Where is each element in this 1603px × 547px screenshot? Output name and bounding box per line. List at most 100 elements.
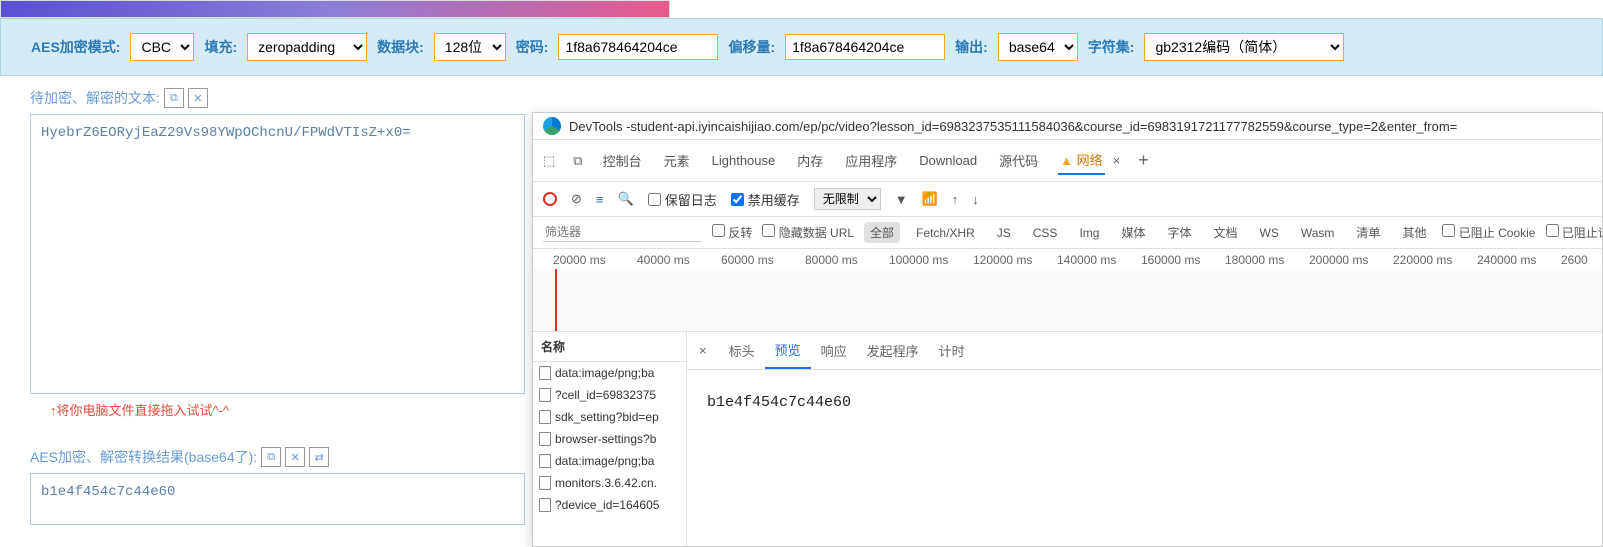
filter-chip-css[interactable]: CSS: [1027, 224, 1064, 242]
preserve-log-checkbox[interactable]: 保留日志: [648, 190, 717, 209]
filter-chip-manifest[interactable]: 清单: [1350, 222, 1386, 243]
input-textarea[interactable]: HyebrZ6EORyjEaZ29Vs98YWpOChcnU/FPWdVTIsZ…: [30, 114, 525, 394]
detail-tab-timing[interactable]: 计时: [929, 333, 975, 368]
request-row[interactable]: monitors.3.6.42.cn.: [533, 472, 686, 494]
detail-tab-initiator[interactable]: 发起程序: [857, 333, 929, 368]
filter-chip-img[interactable]: Img: [1073, 224, 1105, 242]
file-icon: [539, 476, 551, 490]
padding-label: 填充:: [204, 37, 237, 57]
devtools-title-url: student-api.iyincaishijiao.com/ep/pc/vid…: [630, 119, 1457, 134]
request-row[interactable]: ?device_id=164605: [533, 494, 686, 516]
hide-data-url-checkbox[interactable]: 隐藏数据 URL: [762, 224, 854, 241]
block-label: 数据块:: [377, 37, 424, 57]
disable-cache-checkbox[interactable]: 禁用缓存: [731, 190, 800, 209]
aes-config-bar: AES加密模式: CBC 填充: zeropadding 数据块: 128位 密…: [0, 18, 1603, 76]
timeline-marker: [555, 269, 557, 331]
timeline-graph: [533, 269, 1602, 331]
detail-tabs: × 标头 预览 响应 发起程序 计时: [687, 332, 1602, 370]
filter-chip-fetchxhr[interactable]: Fetch/XHR: [910, 224, 981, 242]
detail-tab-headers[interactable]: 标头: [719, 333, 765, 368]
devtools-tabs: ⬚ ⧉ 控制台 元素 Lighthouse 内存 应用程序 Download 源…: [533, 140, 1602, 182]
filter-chip-font[interactable]: 字体: [1161, 222, 1197, 243]
request-list-header: 名称: [533, 332, 686, 362]
filter-icon[interactable]: ≡: [596, 192, 604, 207]
tab-sources[interactable]: 源代码: [997, 147, 1040, 174]
throttle-select[interactable]: 无限制: [814, 188, 881, 210]
request-row[interactable]: data:image/png;ba: [533, 362, 686, 384]
record-icon[interactable]: [543, 192, 557, 206]
copy-icon[interactable]: ⧉: [164, 88, 184, 108]
input-label: 待加密、解密的文本:: [30, 88, 160, 108]
file-icon: [539, 432, 551, 446]
detail-tab-response[interactable]: 响应: [811, 333, 857, 368]
charset-label: 字符集:: [1088, 37, 1135, 57]
output-select[interactable]: base64: [998, 33, 1078, 61]
detail-tab-preview[interactable]: 预览: [765, 332, 811, 369]
filter-chip-media[interactable]: 媒体: [1115, 222, 1151, 243]
copy-result-icon[interactable]: ⧉: [261, 447, 281, 467]
filter-chip-js[interactable]: JS: [991, 224, 1017, 242]
charset-select[interactable]: gb2312编码（简体）: [1144, 33, 1344, 61]
hero-banner: [0, 0, 670, 18]
filter-chip-all[interactable]: 全部: [864, 222, 900, 243]
request-row[interactable]: data:image/png;ba: [533, 450, 686, 472]
wifi-icon[interactable]: 📶: [922, 191, 938, 207]
close-tab-icon[interactable]: ×: [1113, 153, 1121, 168]
add-tab-icon[interactable]: +: [1138, 150, 1149, 171]
swap-icon[interactable]: ⇄: [309, 447, 329, 467]
tab-elements[interactable]: 元素: [662, 147, 692, 174]
request-list[interactable]: 名称 data:image/png;ba ?cell_id=69832375 s…: [533, 332, 687, 546]
filter-chip-other[interactable]: 其他: [1396, 222, 1432, 243]
iv-input[interactable]: [785, 34, 945, 60]
password-label: 密码:: [516, 37, 549, 57]
throttle-dropdown-icon[interactable]: ▼: [895, 192, 908, 207]
request-row[interactable]: browser-settings?b: [533, 428, 686, 450]
filter-chip-wasm[interactable]: Wasm: [1295, 224, 1341, 242]
download-icon[interactable]: ↓: [972, 192, 979, 207]
padding-select[interactable]: zeropadding: [247, 33, 367, 61]
preview-content: b1e4f454c7c44e60: [687, 370, 1602, 435]
clear-log-icon[interactable]: ⊘: [571, 191, 582, 207]
input-section-header: 待加密、解密的文本: ⧉ ✕: [30, 88, 1603, 108]
devtools-titlebar: DevTools - student-api.iyincaishijiao.co…: [533, 113, 1602, 140]
output-label: 输出:: [955, 37, 988, 57]
tab-network[interactable]: ▲ 网络: [1058, 146, 1105, 175]
close-detail-icon[interactable]: ×: [687, 335, 719, 366]
tab-console[interactable]: 控制台: [601, 147, 644, 174]
mode-select[interactable]: CBC: [130, 33, 194, 61]
devtools-window: DevTools - student-api.iyincaishijiao.co…: [532, 112, 1603, 547]
file-icon: [539, 366, 551, 380]
password-input[interactable]: [558, 34, 718, 60]
filter-input[interactable]: [543, 223, 702, 242]
request-detail: × 标头 预览 响应 发起程序 计时 b1e4f454c7c44e60: [687, 332, 1602, 546]
result-label: AES加密、解密转换结果(base64了):: [30, 447, 257, 467]
filter-chip-doc[interactable]: 文档: [1208, 222, 1244, 243]
inspect-icon[interactable]: ⬚: [543, 153, 555, 169]
block-select[interactable]: 128位: [434, 33, 506, 61]
invert-checkbox[interactable]: 反转: [712, 224, 752, 241]
filter-chip-ws[interactable]: WS: [1254, 224, 1285, 242]
tab-application[interactable]: 应用程序: [843, 147, 899, 174]
search-icon[interactable]: 🔍: [618, 191, 634, 207]
network-timeline[interactable]: 20000 ms40000 ms60000 ms80000 ms100000 m…: [533, 249, 1602, 332]
network-filter-bar: 反转 隐藏数据 URL 全部 Fetch/XHR JS CSS Img 媒体 字…: [533, 217, 1602, 249]
blocked-cookies-checkbox[interactable]: 已阻止 Cookie: [1442, 224, 1535, 241]
device-icon[interactable]: ⧉: [573, 153, 582, 169]
timeline-labels: 20000 ms40000 ms60000 ms80000 ms100000 m…: [533, 249, 1602, 269]
tab-lighthouse[interactable]: Lighthouse: [710, 149, 778, 172]
clear-icon[interactable]: ✕: [188, 88, 208, 108]
result-textarea[interactable]: b1e4f454c7c44e60: [30, 473, 525, 525]
request-row[interactable]: ?cell_id=69832375: [533, 384, 686, 406]
blocked-requests-checkbox[interactable]: 已阻止请求: [1546, 224, 1603, 241]
upload-icon[interactable]: ↑: [952, 192, 959, 207]
tab-download[interactable]: Download: [917, 149, 979, 172]
tab-memory[interactable]: 内存: [795, 147, 825, 174]
warning-icon: ▲: [1060, 153, 1073, 168]
iv-label: 偏移量:: [728, 37, 775, 57]
file-icon: [539, 498, 551, 512]
mode-label: AES加密模式:: [31, 37, 120, 57]
clear-result-icon[interactable]: ✕: [285, 447, 305, 467]
request-row[interactable]: sdk_setting?bid=ep: [533, 406, 686, 428]
file-icon: [539, 454, 551, 468]
file-icon: [539, 388, 551, 402]
